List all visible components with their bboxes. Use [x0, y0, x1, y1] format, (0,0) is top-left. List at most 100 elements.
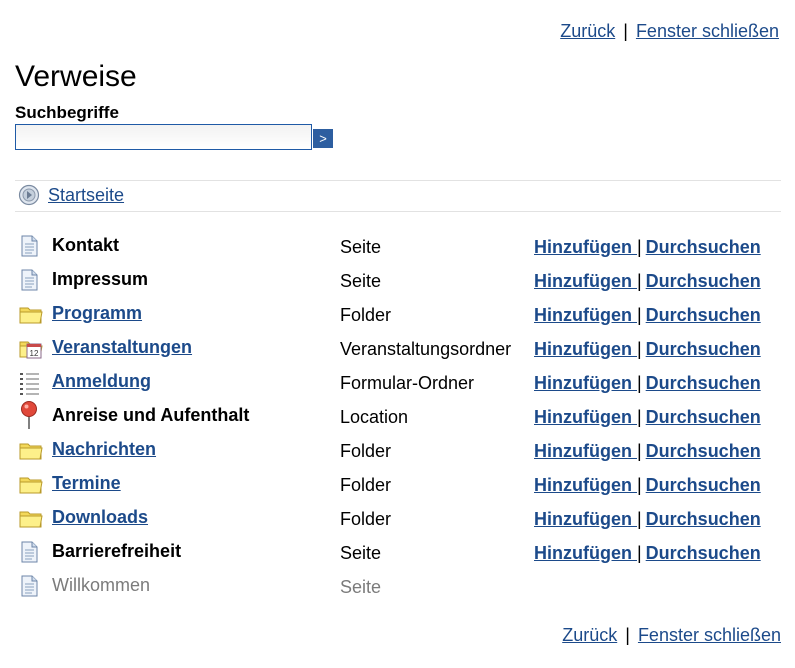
search-button[interactable]: >: [313, 129, 333, 148]
browse-link[interactable]: Durchsuchen: [646, 237, 761, 257]
top-nav: Zurück | Fenster schließen: [560, 21, 779, 42]
browse-link[interactable]: Durchsuchen: [646, 339, 761, 359]
item-title: Termine: [52, 473, 121, 494]
divider: [15, 180, 781, 181]
home-link[interactable]: Startseite: [48, 185, 124, 206]
item-title: Programm: [52, 303, 142, 324]
list-item: Willkommen Seite: [16, 570, 781, 604]
item-type: Folder: [340, 441, 392, 461]
item-actions: Hinzufügen | Durchsuchen: [534, 271, 761, 292]
action-separator: |: [636, 373, 642, 393]
add-link[interactable]: Hinzufügen: [534, 271, 637, 291]
page-icon: [18, 268, 42, 292]
item-title-link[interactable]: Veranstaltungen: [52, 337, 192, 357]
action-separator: |: [636, 271, 642, 291]
item-title-link[interactable]: Programm: [52, 303, 142, 323]
item-type: Formular-Ordner: [340, 373, 475, 393]
nav-separator: |: [625, 625, 630, 645]
item-title: Anmeldung: [52, 371, 151, 392]
add-link[interactable]: Hinzufügen: [534, 305, 637, 325]
item-type: Seite: [340, 271, 382, 291]
action-separator: |: [636, 237, 642, 257]
action-separator: |: [636, 407, 642, 427]
add-link[interactable]: Hinzufügen: [534, 237, 637, 257]
add-link[interactable]: Hinzufügen: [534, 509, 637, 529]
add-link[interactable]: Hinzufügen: [534, 475, 637, 495]
item-type: Folder: [340, 305, 392, 325]
back-link[interactable]: Zurück: [560, 21, 615, 41]
item-title: Impressum: [52, 269, 149, 289]
add-link[interactable]: Hinzufügen: [534, 339, 637, 359]
item-actions: Hinzufügen | Durchsuchen: [534, 543, 761, 564]
home-icon: [18, 184, 40, 206]
browse-link[interactable]: Durchsuchen: [646, 475, 761, 495]
list-item: Impressum Seite Hinzufügen | Durchsuchen: [16, 264, 781, 298]
list-item: Nachrichten Folder Hinzufügen | Durchsuchen: [16, 434, 781, 468]
back-link[interactable]: Zurück: [562, 625, 617, 645]
folder-icon: [18, 438, 43, 462]
item-actions: Hinzufügen | Durchsuchen: [534, 305, 761, 326]
browse-link[interactable]: Durchsuchen: [646, 305, 761, 325]
search-input[interactable]: [15, 124, 312, 150]
add-link[interactable]: Hinzufügen: [534, 441, 637, 461]
page-icon: [18, 234, 42, 258]
item-title: Barrierefreiheit: [52, 541, 182, 561]
form-list-icon: [18, 370, 42, 395]
item-actions: Hinzufügen | Durchsuchen: [534, 339, 761, 360]
list-item: Kontakt Seite Hinzufügen | Durchsuchen: [16, 230, 781, 264]
item-title-link[interactable]: Downloads: [52, 507, 148, 527]
item-title: Veranstaltungen: [52, 337, 192, 358]
list-item: Programm Folder Hinzufügen | Durchsuchen: [16, 298, 781, 332]
item-type: Folder: [340, 509, 392, 529]
folder-icon: [18, 472, 43, 496]
browse-link[interactable]: Durchsuchen: [646, 543, 761, 563]
item-title: Willkommen: [52, 575, 151, 595]
close-window-link[interactable]: Fenster schließen: [636, 21, 779, 41]
folder-icon: [18, 506, 43, 530]
divider: [15, 211, 781, 212]
add-link[interactable]: Hinzufügen: [534, 543, 637, 563]
map-pin-icon: [18, 400, 42, 429]
list-item: Anmeldung Formular-Ordner Hinzufügen | Durc…: [16, 366, 781, 400]
add-link[interactable]: Hinzufügen: [534, 373, 637, 393]
browse-link[interactable]: Durchsuchen: [646, 271, 761, 291]
add-link[interactable]: Hinzufügen: [534, 407, 637, 427]
browse-link[interactable]: Durchsuchen: [646, 407, 761, 427]
list-item: Downloads Folder Hinzufügen | Durchsuchen: [16, 502, 781, 536]
item-actions: Hinzufügen | Durchsuchen: [534, 237, 761, 258]
action-separator: |: [636, 441, 642, 461]
item-title-link[interactable]: Termine: [52, 473, 121, 493]
action-separator: |: [636, 339, 642, 359]
item-title: Kontakt: [52, 235, 119, 255]
action-separator: |: [636, 305, 642, 325]
item-actions: Hinzufügen | Durchsuchen: [534, 441, 761, 462]
item-title: Downloads: [52, 507, 148, 528]
item-type: Seite: [340, 237, 382, 257]
item-title-link[interactable]: Nachrichten: [52, 439, 156, 459]
item-type: Folder: [340, 475, 392, 495]
browse-link[interactable]: Durchsuchen: [646, 509, 761, 529]
list-item: Barrierefreiheit Seite Hinzufügen | Durchsu…: [16, 536, 781, 570]
item-actions: Hinzufügen | Durchsuchen: [534, 509, 761, 530]
list-item: Termine Folder Hinzufügen | Durchsuchen: [16, 468, 781, 502]
folder-icon: [18, 302, 43, 326]
search-label: Suchbegriffe: [15, 103, 119, 122]
action-separator: |: [636, 509, 642, 529]
action-separator: |: [636, 475, 642, 495]
page-icon: [18, 574, 42, 598]
item-title-link[interactable]: Anmeldung: [52, 371, 151, 391]
item-type: Location: [340, 407, 409, 427]
item-title: Nachrichten: [52, 439, 156, 460]
nav-separator: |: [623, 21, 628, 41]
item-actions: Hinzufügen | Durchsuchen: [534, 373, 761, 394]
bottom-nav: Zurück | Fenster schließen: [562, 625, 781, 646]
action-separator: |: [636, 543, 642, 563]
browse-link[interactable]: Durchsuchen: [646, 441, 761, 461]
close-window-link[interactable]: Fenster schließen: [638, 625, 781, 645]
page-icon: [18, 540, 42, 564]
list-item: 12 Veranstaltungen Veranstaltungsordner Hin…: [16, 332, 781, 366]
calendar-folder-icon: 12: [18, 336, 43, 360]
reference-list: Kontakt Seite Hinzufügen | Durchsuchen Impre…: [16, 230, 781, 604]
list-item: Anreise und Aufenthalt Location Hinzufügen…: [16, 400, 781, 434]
browse-link[interactable]: Durchsuchen: [646, 373, 761, 393]
